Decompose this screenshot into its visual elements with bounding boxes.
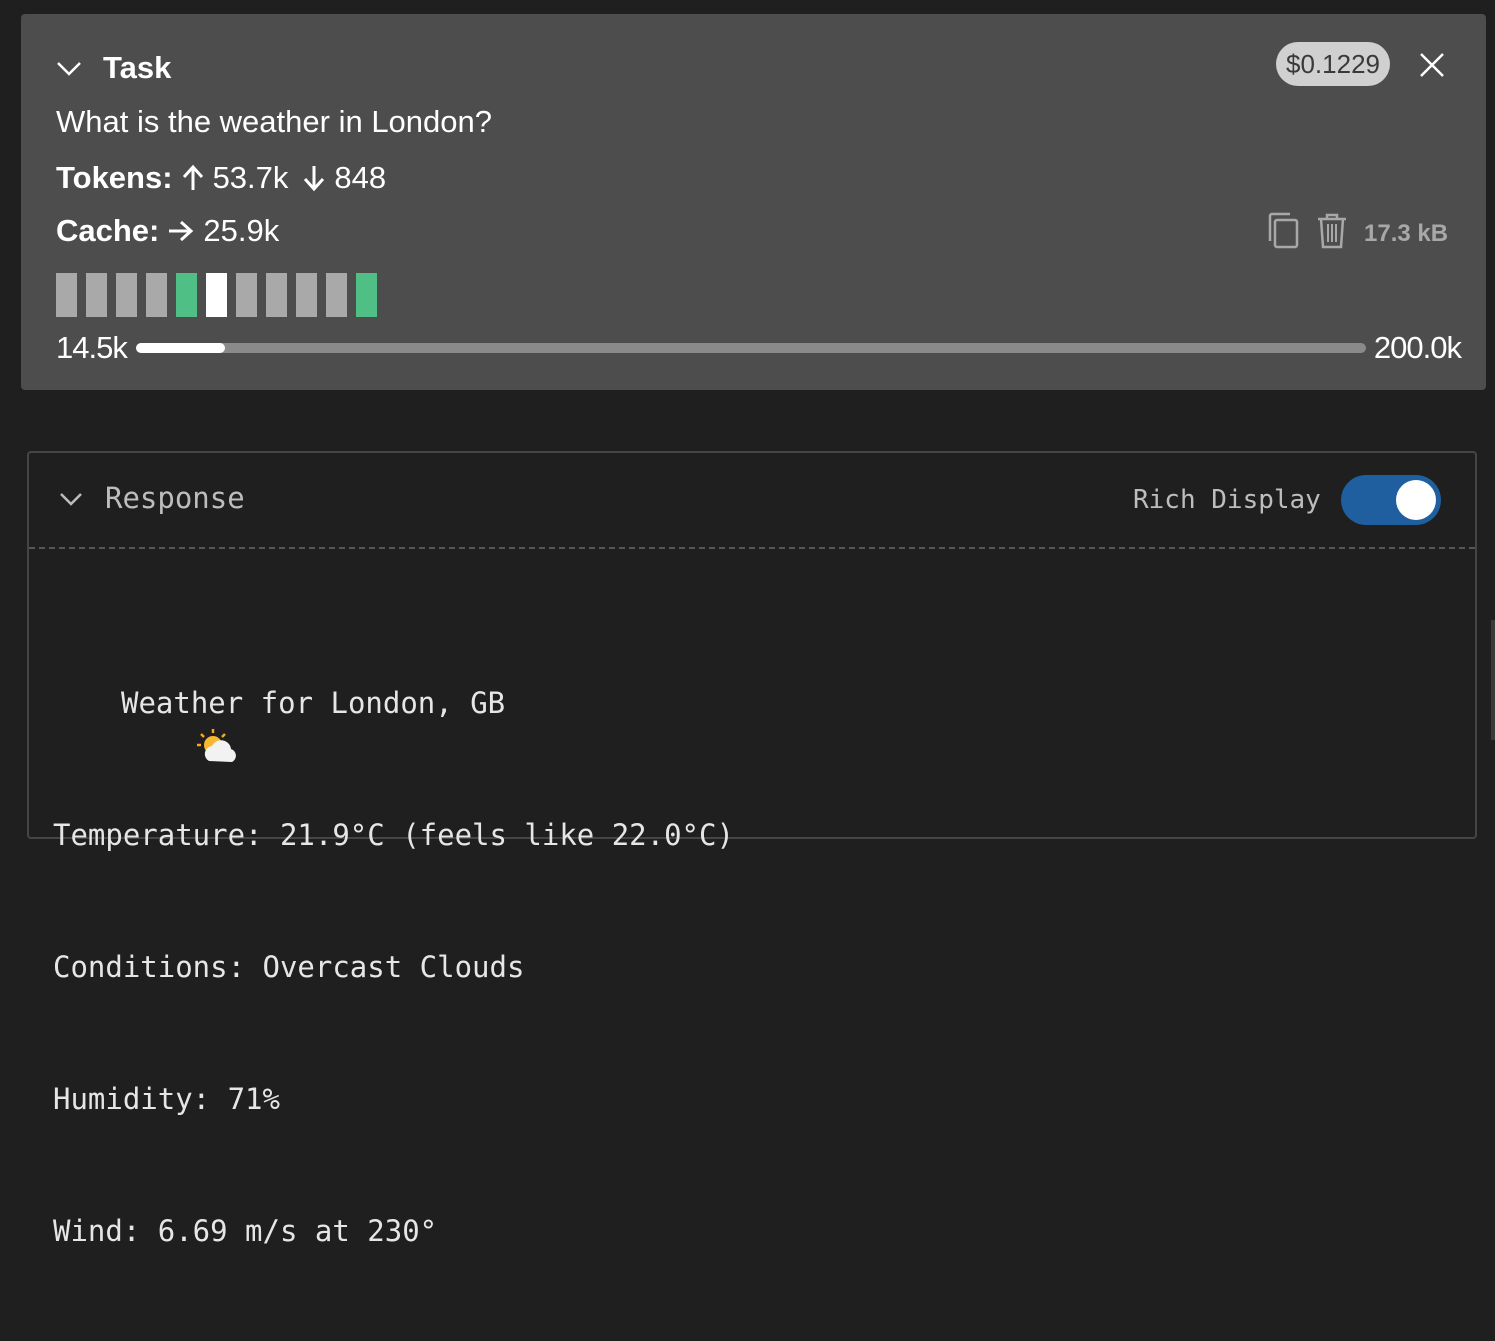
tokens-line: Tokens: 53.7k 848: [56, 160, 386, 196]
task-header[interactable]: Task: [55, 50, 171, 86]
humidity-line: Humidity: 71%: [53, 1082, 280, 1116]
rich-display-control: Rich Display: [1133, 475, 1441, 525]
cache-value: 25.9k: [203, 213, 280, 248]
arrow-right-icon: [167, 219, 195, 243]
response-title: Response: [105, 481, 245, 515]
context-progress-fill: [135, 343, 226, 353]
cache-block-gray: [266, 273, 287, 317]
chevron-down-icon[interactable]: [55, 54, 83, 82]
cache-block-white: [206, 273, 227, 317]
response-header: Response Rich Display: [29, 453, 1475, 549]
cache-block-gray: [146, 273, 167, 317]
cost-badge: $0.1229: [1276, 42, 1390, 86]
temperature-line: Temperature: 21.9°C (feels like 22.0°C): [53, 818, 734, 852]
close-button[interactable]: [1415, 48, 1449, 82]
cache-block-green: [356, 273, 377, 317]
task-panel: Task $0.1229 What is the weather in Lond…: [21, 14, 1486, 390]
close-icon: [1420, 53, 1444, 77]
cache-line: Cache: 25.9k: [56, 213, 279, 249]
cache-block-gray: [296, 273, 317, 317]
wind-line: Wind: 6.69 m/s at 230°: [53, 1214, 438, 1248]
context-used: 14.5k: [56, 330, 128, 365]
context-progress-track: [135, 343, 1366, 353]
arrow-up-icon: [181, 164, 205, 192]
task-tools: 17.3 kB: [1266, 211, 1448, 256]
task-size: 17.3 kB: [1364, 219, 1449, 247]
cache-block-gray: [326, 273, 347, 317]
tokens-out-value: 848: [334, 160, 387, 195]
response-panel: Response Rich Display Weather for London…: [27, 451, 1477, 1248]
conditions-line: Conditions: Overcast Clouds: [53, 950, 525, 984]
chevron-down-icon[interactable]: [57, 484, 85, 512]
tokens-label: Tokens:: [56, 160, 173, 195]
arrow-down-icon: [302, 164, 326, 192]
response-collapse-toggle[interactable]: Response: [57, 481, 245, 515]
cache-block-gray: [236, 273, 257, 317]
weather-header-line: Weather for London, GB: [53, 681, 734, 762]
copy-icon[interactable]: [1266, 211, 1302, 256]
tokens-in-value: 53.7k: [212, 160, 289, 195]
context-window: 14.5k 200.0k: [56, 328, 1462, 368]
trash-icon[interactable]: [1316, 212, 1348, 255]
toggle-knob: [1395, 480, 1436, 520]
context-max: 200.0k: [1373, 330, 1462, 365]
rich-display-toggle[interactable]: [1340, 475, 1441, 525]
weather-header-text: Weather for London, GB: [121, 686, 506, 720]
task-text: What is the weather in London?: [56, 104, 492, 139]
scrollbar[interactable]: [1491, 620, 1495, 740]
task-title: Task: [103, 50, 172, 85]
rich-display-label: Rich Display: [1133, 485, 1321, 515]
cache-block-gray: [56, 273, 77, 317]
cache-block-green: [176, 273, 197, 317]
sun-behind-cloud-icon: [55, 683, 236, 762]
cache-blocks: [56, 273, 377, 317]
cache-label: Cache:: [56, 213, 160, 248]
cache-block-gray: [116, 273, 137, 317]
response-body: Weather for London, GB Temperature: 21.9…: [53, 593, 734, 1341]
cache-block-gray: [86, 273, 107, 317]
